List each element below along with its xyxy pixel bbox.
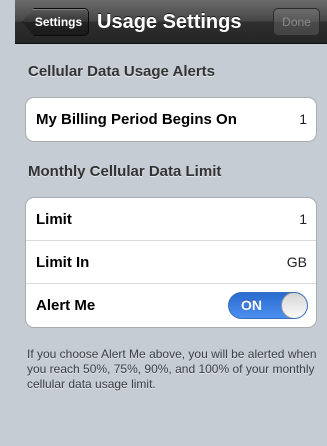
toggle-knob — [281, 293, 307, 318]
limit-value: 1 — [299, 211, 307, 227]
section-header-data-limit: Monthly Cellular Data Limit — [28, 163, 222, 180]
billing-period-group: My Billing Period Begins On 1 — [25, 97, 317, 142]
usage-settings-screen: Settings Usage Settings Done Cellular Da… — [15, 0, 327, 446]
billing-period-value: 1 — [299, 111, 307, 127]
billing-period-row[interactable]: My Billing Period Begins On 1 — [26, 98, 316, 141]
toggle-on-label: ON — [241, 297, 262, 313]
page-title: Usage Settings — [97, 11, 242, 33]
limit-row[interactable]: Limit 1 — [26, 198, 316, 241]
limit-in-value: GB — [286, 254, 307, 270]
limit-in-row[interactable]: Limit In GB — [26, 241, 316, 284]
alert-me-toggle[interactable]: ON — [228, 292, 308, 319]
data-limit-group: Limit 1 Limit In GB Alert Me ON — [25, 197, 317, 328]
navigation-bar: Settings Usage Settings Done — [15, 0, 327, 44]
limit-in-label: Limit In — [36, 254, 90, 271]
alert-me-label: Alert Me — [36, 297, 96, 314]
alert-explanation-text: If you choose Alert Me above, you will b… — [27, 347, 317, 391]
alert-me-row: Alert Me ON — [26, 284, 316, 327]
section-header-usage-alerts: Cellular Data Usage Alerts — [28, 63, 216, 80]
done-button[interactable]: Done — [273, 8, 320, 36]
settings-back-button[interactable]: Settings — [22, 8, 89, 36]
billing-period-label: My Billing Period Begins On — [36, 111, 237, 128]
limit-label: Limit — [36, 211, 72, 228]
